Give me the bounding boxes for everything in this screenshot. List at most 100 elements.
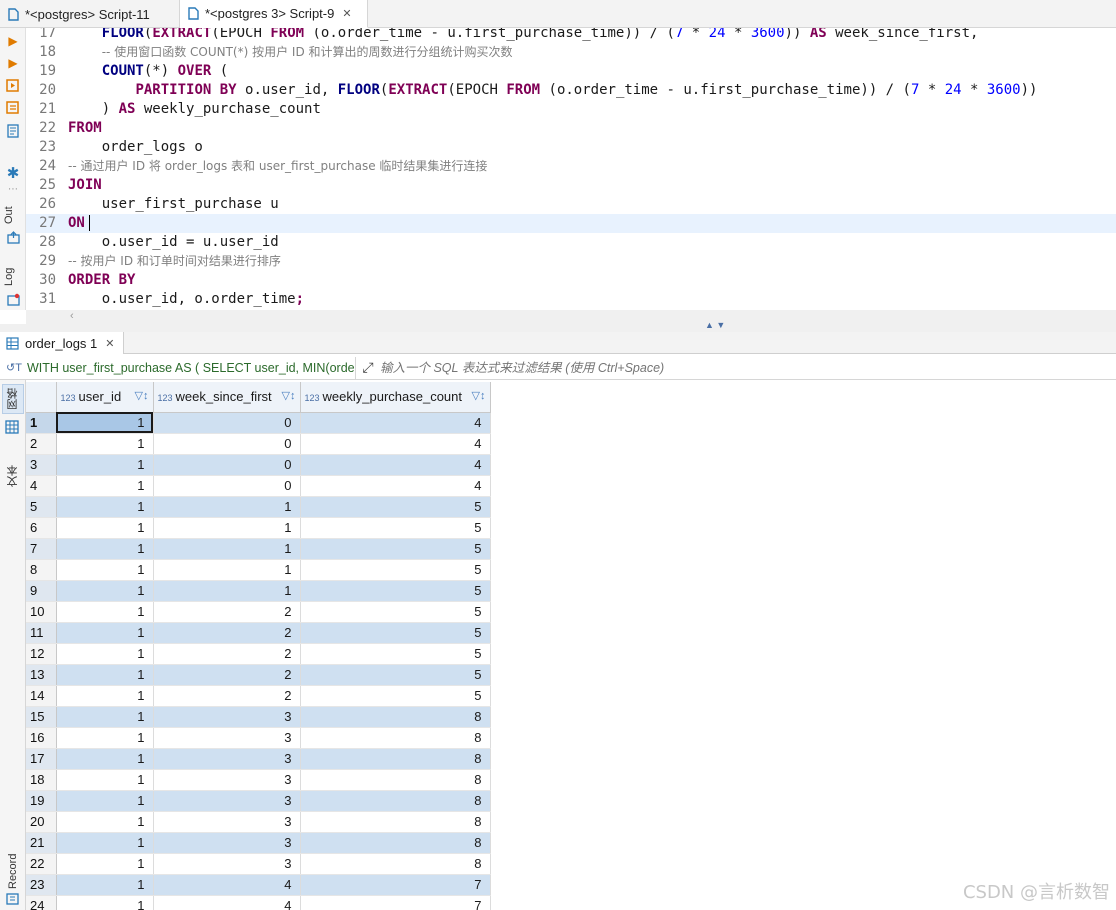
filter-sort-icon[interactable]: ▽↕ [135,389,149,402]
result-table[interactable]: 123 user_id ▽↕ 123 week_since_first ▽↕ 123 we… [26,382,491,910]
table-row[interactable]: 4104 [26,475,491,497]
table-cell[interactable]: 1 [56,664,154,686]
execute-in-new-tab-icon[interactable]: ▶ [4,54,22,72]
table-row[interactable]: 6115 [26,517,491,539]
table-cell[interactable]: 3 [153,727,301,749]
sql-editor[interactable]: 17 FLOOR(EXTRACT(EPOCH FROM (o.order_tim… [26,28,1116,310]
table-row[interactable]: 5115 [26,496,491,518]
result-grid[interactable]: 123 user_id ▽↕ 123 week_since_first ▽↕ 123 we… [26,382,1116,910]
table-cell[interactable]: 1 [56,433,154,455]
table-cell[interactable]: 8 [300,853,491,875]
close-icon[interactable]: ✕ [105,337,114,350]
execute-script-new-tab-icon[interactable] [4,98,22,116]
table-row[interactable]: 11 1 2 5 [26,622,491,644]
table-cell[interactable]: 2 [153,622,301,644]
code-line[interactable]: 25 JOIN [26,176,1116,195]
log-icon[interactable] [4,290,22,308]
table-row[interactable]: 16 1 3 8 [26,727,491,749]
table-cell[interactable]: 4 [300,433,491,455]
table-row[interactable]: 15 1 3 8 [26,706,491,728]
scroll-left-icon[interactable]: ‹ [70,310,74,322]
table-cell[interactable]: 1 [153,559,301,581]
execute-script-icon[interactable] [4,76,22,94]
code-line[interactable]: 30 ORDER BY [26,271,1116,290]
table-cell[interactable]: 3 [153,769,301,791]
table-cell[interactable]: 8 [300,769,491,791]
table-cell[interactable]: 1 [56,832,154,854]
table-cell[interactable]: 4 [153,874,301,896]
table-cell[interactable]: 1 [56,475,154,497]
table-cell[interactable]: 0 [153,475,301,497]
table-row[interactable]: 9115 [26,580,491,602]
tab-script-11[interactable]: *<postgres> Script-11 [0,0,180,28]
table-row[interactable]: 10 1 2 5 [26,601,491,623]
table-cell[interactable]: 3 [153,706,301,728]
table-cell[interactable]: 5 [300,517,491,539]
table-cell[interactable]: 5 [300,685,491,707]
table-cell[interactable]: 1 [56,643,154,665]
code-line[interactable]: 20 PARTITION BY o.user_id, FLOOR(EXTRACT… [26,81,1116,100]
tab-script-9[interactable]: *<postgres 3> Script-9 ✕ [180,0,368,28]
table-cell[interactable]: 7 [300,874,491,896]
table-cell[interactable]: 5 [300,622,491,644]
table-cell[interactable]: 1 [56,580,154,602]
table-row[interactable]: 3104 [26,454,491,476]
table-cell[interactable]: 1 [56,496,154,518]
code-line[interactable]: 24 -- 通过用户 ID 将 order_logs 表和 user_first_… [26,157,1116,176]
table-cell[interactable]: 4 [153,895,301,910]
table-row[interactable]: 7115 [26,538,491,560]
table-cell[interactable]: 5 [300,643,491,665]
panel-splitter[interactable]: ▲ ▼ [0,320,1116,332]
table-cell[interactable]: 5 [300,664,491,686]
table-row[interactable]: 19 1 3 8 [26,790,491,812]
explain-plan-icon[interactable] [4,122,22,140]
table-cell[interactable]: 1 [56,517,154,539]
table-cell[interactable]: 1 [153,496,301,518]
table-cell[interactable]: 1 [56,895,154,910]
close-icon[interactable]: ✕ [342,7,351,20]
table-row[interactable]: 20 1 3 8 [26,811,491,833]
table-row[interactable]: 1104 [26,412,491,434]
table-cell[interactable]: 3 [153,790,301,812]
code-line[interactable]: 18 -- 使用窗口函数 COUNT(*) 按用户 ID 和计算出的周数进行分组… [26,43,1116,62]
editor-horizontal-scrollbar[interactable]: ‹ [26,310,1116,324]
log-panel-label[interactable]: Log [3,264,23,290]
table-row[interactable]: 21 1 3 8 [26,832,491,854]
table-cell[interactable]: 2 [153,664,301,686]
code-line[interactable]: 31 o.user_id, o.order_time; [26,290,1116,309]
table-cell[interactable]: 1 [153,580,301,602]
table-row[interactable]: 13 1 2 5 [26,664,491,686]
table-cell[interactable]: 5 [300,496,491,518]
table-row[interactable]: 12 1 2 5 [26,643,491,665]
table-cell[interactable]: 8 [300,832,491,854]
table-cell[interactable]: 1 [56,685,154,707]
output-panel-label[interactable]: Out [3,202,23,228]
table-row[interactable]: 2104 [26,433,491,455]
grid-icon[interactable] [5,420,19,437]
table-cell[interactable]: 1 [56,412,154,434]
expand-filter-icon[interactable]: ⤢ [356,359,380,376]
collapse-toggle-icon[interactable]: ▲ ▼ [705,320,725,330]
table-cell[interactable]: 1 [56,853,154,875]
table-cell[interactable]: 0 [153,454,301,476]
table-cell[interactable]: 2 [153,685,301,707]
table-cell[interactable]: 8 [300,790,491,812]
code-line[interactable]: 28 o.user_id = u.user_id [26,233,1116,252]
table-cell[interactable]: 8 [300,706,491,728]
filter-sort-icon[interactable]: ▽↕ [282,389,296,402]
code-line[interactable]: 23 order_logs o [26,138,1116,157]
table-cell[interactable]: 1 [56,538,154,560]
column-header-user-id[interactable]: 123 user_id ▽↕ [56,382,154,413]
table-cell[interactable]: 1 [56,811,154,833]
table-cell[interactable]: 1 [56,454,154,476]
table-cell[interactable]: 1 [56,790,154,812]
table-row[interactable]: 22 1 3 8 [26,853,491,875]
table-cell[interactable]: 1 [56,874,154,896]
table-cell[interactable]: 1 [56,706,154,728]
filter-sort-icon[interactable]: ▽↕ [472,389,486,402]
table-cell[interactable]: 4 [300,412,491,434]
column-header-weekly-purchase-count[interactable]: 123 weekly_purchase_count ▽↕ [300,382,491,413]
table-cell[interactable]: 2 [153,643,301,665]
execute-statement-icon[interactable]: ▶ [4,32,22,50]
table-cell[interactable]: 5 [300,559,491,581]
